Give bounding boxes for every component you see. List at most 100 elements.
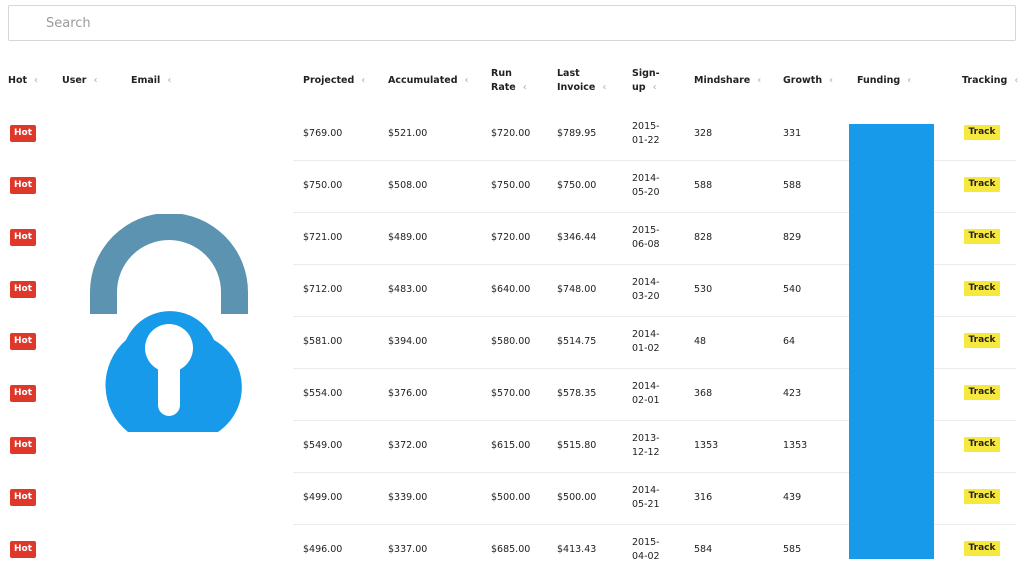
signup-line: 04-02 bbox=[632, 551, 660, 562]
chevron-left-icon[interactable]: ‹ bbox=[602, 82, 606, 93]
track-button[interactable]: Track bbox=[964, 177, 1000, 192]
hot-badge: Hot bbox=[10, 229, 36, 246]
signup-line: 03-20 bbox=[632, 291, 660, 302]
hot-badge: Hot bbox=[10, 437, 36, 454]
cell-run-rate: $615.00 bbox=[491, 440, 531, 451]
track-button[interactable]: Track bbox=[964, 385, 1000, 400]
funding-bar bbox=[849, 124, 934, 559]
cell-run-rate: $570.00 bbox=[491, 388, 531, 399]
column-header-user[interactable]: User ‹ bbox=[62, 74, 98, 88]
chevron-left-icon[interactable]: ‹ bbox=[829, 75, 833, 86]
chevron-left-icon[interactable]: ‹ bbox=[465, 75, 469, 86]
column-header-accumulated[interactable]: Accumulated ‹ bbox=[388, 74, 469, 88]
cell-last-invoice: $413.43 bbox=[557, 544, 597, 555]
signup-line: 2015- bbox=[632, 537, 660, 548]
column-header-tracking[interactable]: Tracking ‹ bbox=[962, 74, 1018, 88]
cell-run-rate: $720.00 bbox=[491, 128, 531, 139]
cell-growth: 585 bbox=[783, 544, 802, 555]
column-header-label: Invoice bbox=[557, 82, 596, 93]
cell-signup: 2014- 01-02 bbox=[632, 328, 660, 356]
cell-accumulated: $508.00 bbox=[388, 180, 428, 191]
cell-signup: 2014- 03-20 bbox=[632, 276, 660, 304]
column-header-run-rate[interactable]: Run Rate ‹ bbox=[491, 67, 527, 95]
signup-line: 05-21 bbox=[632, 499, 660, 510]
cell-projected: $554.00 bbox=[303, 388, 343, 399]
column-header-hot[interactable]: Hot ‹ bbox=[8, 74, 38, 88]
cell-last-invoice: $500.00 bbox=[557, 492, 597, 503]
cell-growth: 64 bbox=[783, 336, 796, 347]
column-header-label: Hot bbox=[8, 75, 28, 86]
signup-line: 2015- bbox=[632, 121, 660, 132]
hot-badge: Hot bbox=[10, 281, 36, 298]
cell-growth: 588 bbox=[783, 180, 802, 191]
cell-growth: 439 bbox=[783, 492, 802, 503]
cell-accumulated: $394.00 bbox=[388, 336, 428, 347]
chevron-left-icon[interactable]: ‹ bbox=[757, 75, 761, 86]
cell-last-invoice: $789.95 bbox=[557, 128, 597, 139]
cell-run-rate: $500.00 bbox=[491, 492, 531, 503]
column-header-email[interactable]: Email ‹ bbox=[131, 74, 171, 88]
track-button[interactable]: Track bbox=[964, 229, 1000, 244]
signup-line: 2013- bbox=[632, 433, 660, 444]
chevron-left-icon[interactable]: ‹ bbox=[361, 75, 365, 86]
column-header-last-invoice[interactable]: Last Invoice ‹ bbox=[557, 67, 606, 95]
track-button[interactable]: Track bbox=[964, 125, 1000, 140]
cell-projected: $712.00 bbox=[303, 284, 343, 295]
signup-line: 2014- bbox=[632, 173, 660, 184]
signup-line: 01-02 bbox=[632, 343, 660, 354]
chevron-left-icon[interactable]: ‹ bbox=[653, 82, 657, 93]
column-header-label: Accumulated bbox=[388, 75, 458, 86]
column-header-label: Sign- bbox=[632, 68, 660, 79]
cell-mindshare: 328 bbox=[694, 128, 713, 139]
cell-mindshare: 828 bbox=[694, 232, 713, 243]
column-header-signup[interactable]: Sign-up ‹ bbox=[632, 67, 660, 95]
column-header-label: Tracking bbox=[962, 75, 1008, 86]
hot-badge: Hot bbox=[10, 333, 36, 350]
search-input[interactable] bbox=[9, 6, 1015, 40]
track-button[interactable]: Track bbox=[964, 541, 1000, 556]
track-button[interactable]: Track bbox=[964, 489, 1000, 504]
track-button[interactable]: Track bbox=[964, 281, 1000, 296]
column-header-projected[interactable]: Projected ‹ bbox=[303, 74, 365, 88]
cell-projected: $496.00 bbox=[303, 544, 343, 555]
column-header-label: Email bbox=[131, 75, 161, 86]
chevron-left-icon[interactable]: ‹ bbox=[167, 75, 171, 86]
cell-last-invoice: $515.80 bbox=[557, 440, 597, 451]
column-header-label: User bbox=[62, 75, 87, 86]
column-header-label: Last bbox=[557, 68, 580, 79]
signup-line: 01-22 bbox=[632, 135, 660, 146]
cell-run-rate: $640.00 bbox=[491, 284, 531, 295]
cell-mindshare: 48 bbox=[694, 336, 707, 347]
search-bar bbox=[8, 5, 1016, 41]
cell-accumulated: $376.00 bbox=[388, 388, 428, 399]
cell-accumulated: $489.00 bbox=[388, 232, 428, 243]
cell-signup: 2013- 12-12 bbox=[632, 432, 660, 460]
cell-last-invoice: $514.75 bbox=[557, 336, 597, 347]
chevron-left-icon[interactable]: ‹ bbox=[907, 75, 911, 86]
chevron-left-icon[interactable]: ‹ bbox=[94, 75, 98, 86]
signup-line: 2014- bbox=[632, 485, 660, 496]
track-button[interactable]: Track bbox=[964, 333, 1000, 348]
signup-line: 2015- bbox=[632, 225, 660, 236]
cell-signup: 2015- 04-02 bbox=[632, 536, 660, 564]
cell-growth: 423 bbox=[783, 388, 802, 399]
cell-mindshare: 588 bbox=[694, 180, 713, 191]
cell-growth: 1353 bbox=[783, 440, 808, 451]
cell-signup: 2015- 06-08 bbox=[632, 224, 660, 252]
chevron-left-icon[interactable]: ‹ bbox=[523, 82, 527, 93]
cell-accumulated: $483.00 bbox=[388, 284, 428, 295]
lock-shackle bbox=[90, 214, 248, 314]
chevron-left-icon[interactable]: ‹ bbox=[1014, 75, 1018, 86]
chevron-left-icon[interactable]: ‹ bbox=[34, 75, 38, 86]
cell-signup: 2014- 02-01 bbox=[632, 380, 660, 408]
column-header-funding[interactable]: Funding ‹ bbox=[857, 74, 911, 88]
column-header-growth[interactable]: Growth ‹ bbox=[783, 74, 833, 88]
column-header-mindshare[interactable]: Mindshare ‹ bbox=[694, 74, 761, 88]
track-button[interactable]: Track bbox=[964, 437, 1000, 452]
hot-badge: Hot bbox=[10, 385, 36, 402]
signup-line: 2014- bbox=[632, 277, 660, 288]
hot-badge: Hot bbox=[10, 489, 36, 506]
column-header-label: Funding bbox=[857, 75, 901, 86]
cell-projected: $750.00 bbox=[303, 180, 343, 191]
cell-mindshare: 584 bbox=[694, 544, 713, 555]
